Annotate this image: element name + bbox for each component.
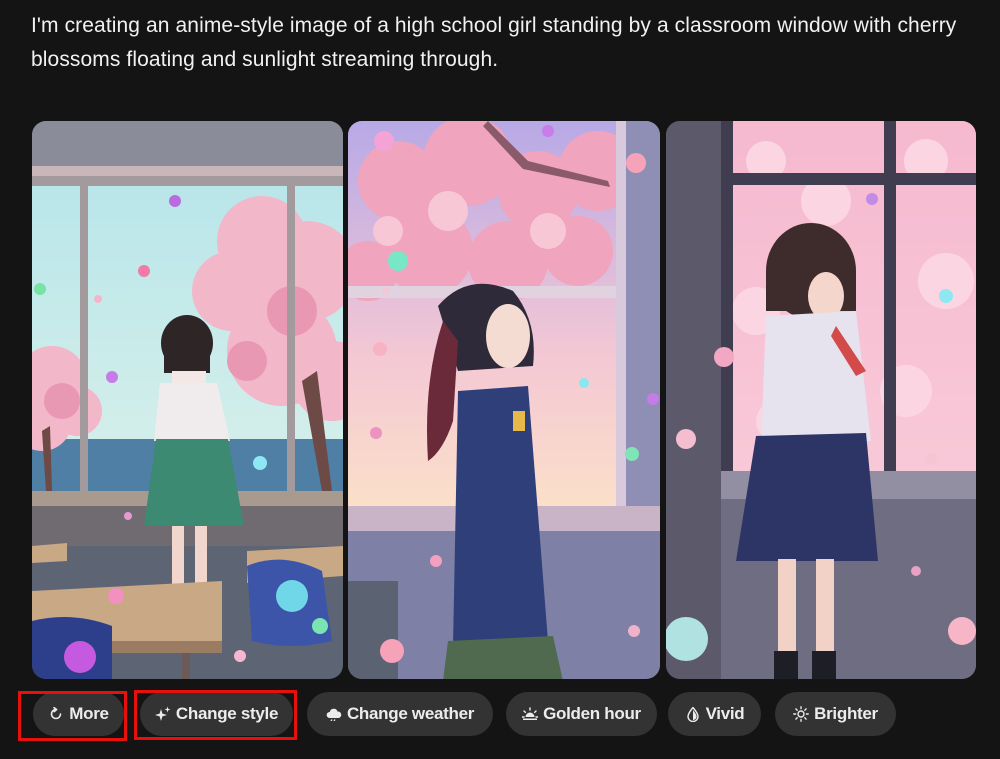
classroom-girl-illustration-3	[666, 121, 976, 679]
sunrise-icon	[522, 706, 539, 722]
cloud-icon	[326, 706, 342, 722]
generated-image-3[interactable]	[666, 121, 976, 679]
more-button-label: More	[69, 704, 109, 723]
drop-icon	[685, 706, 701, 722]
vivid-button-label: Vivid	[705, 704, 745, 723]
brighter-button[interactable]: Brighter	[775, 692, 896, 736]
change-style-button[interactable]: Change style	[140, 692, 293, 736]
generated-image-2[interactable]	[348, 121, 660, 679]
golden-hour-button[interactable]: Golden hour	[506, 692, 657, 736]
golden-hour-button-label: Golden hour	[543, 704, 641, 723]
suggestion-actions: More Change style Change weather Golden …	[0, 690, 1000, 741]
refresh-icon	[48, 706, 64, 722]
change-style-button-label: Change style	[175, 704, 279, 723]
prompt-text: I'm creating an anime-style image of a h…	[31, 14, 957, 71]
more-button[interactable]: More	[33, 692, 124, 736]
change-weather-button-label: Change weather	[346, 704, 475, 723]
classroom-girl-illustration-1	[32, 121, 343, 679]
change-weather-button[interactable]: Change weather	[307, 692, 493, 736]
vivid-button[interactable]: Vivid	[668, 692, 761, 736]
image-gallery	[32, 121, 976, 679]
sun-icon	[793, 706, 810, 722]
sparkle-icon	[154, 706, 171, 722]
brighter-button-label: Brighter	[814, 704, 878, 723]
generated-image-1[interactable]	[32, 121, 343, 679]
image-generation-view: I'm creating an anime-style image of a h…	[0, 0, 1000, 759]
classroom-girl-illustration-2	[348, 121, 660, 679]
